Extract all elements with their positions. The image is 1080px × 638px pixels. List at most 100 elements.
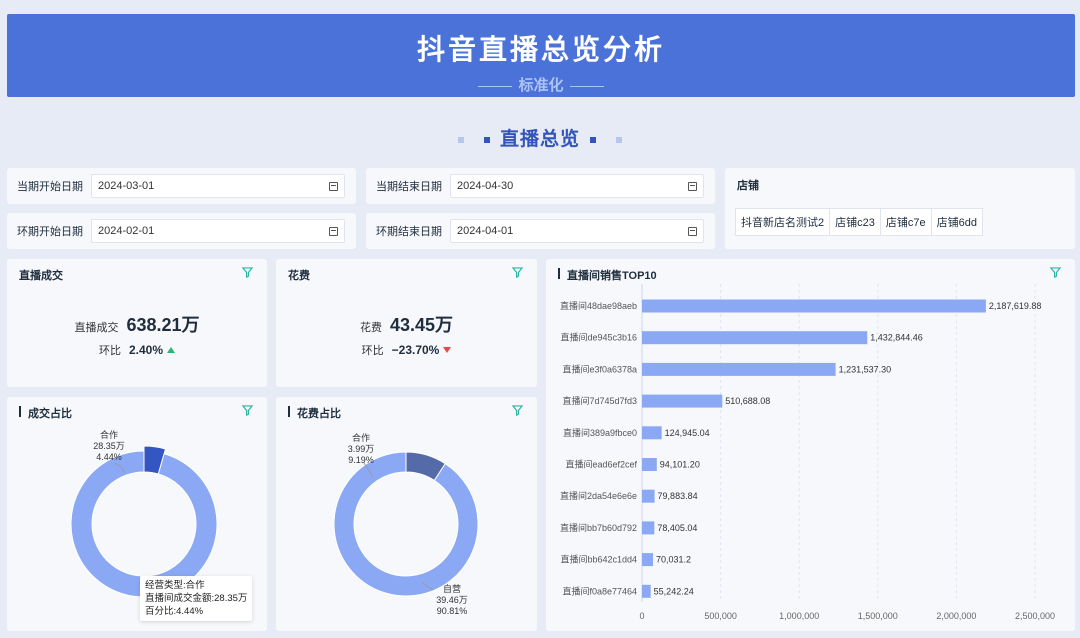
decor-square (483, 136, 490, 143)
bar-value-label: 510,688.08 (725, 396, 770, 406)
store-tag[interactable]: 店铺c7e (879, 208, 932, 236)
calendar-icon[interactable] (329, 181, 338, 191)
bar[interactable] (642, 394, 723, 408)
section-title: 直播总览 (0, 124, 1080, 151)
y-category-label: 直播间ead6ef2cef (565, 459, 637, 470)
tooltip-line: 百分比:4.44% (145, 606, 204, 617)
bar[interactable] (642, 426, 662, 440)
date-value: 2024-02-01 (98, 225, 155, 237)
y-category-label: 直播间389a9fbce0 (563, 427, 637, 438)
kpi-value: 638.21万 (126, 315, 200, 335)
filter-icon[interactable] (242, 267, 253, 278)
ratio-label: 环比 (361, 345, 384, 357)
dashboard-header: 抖音直播总览分析 标准化 (7, 14, 1075, 97)
cost-share-card: 花费占比 合作 3.99万 9.19% 自营 39.46万 90.81% (276, 397, 537, 631)
slice-label-name: 自营 (443, 583, 461, 594)
ratio-value: 2.40% (128, 343, 164, 357)
ratio-label: 环比 (98, 345, 121, 357)
prev-start-date-input[interactable]: 2024-02-01 (91, 219, 345, 243)
bar[interactable] (642, 362, 836, 376)
calendar-icon[interactable] (688, 181, 697, 191)
store-filter-label: 店铺 (737, 180, 759, 192)
y-category-label: 直播间bb7b60d792 (560, 522, 637, 533)
bar[interactable] (642, 299, 986, 313)
subtitle-text: 标准化 (518, 77, 564, 94)
ratio-value: −23.70% (391, 343, 440, 357)
trend-up-icon (167, 346, 176, 353)
filter-prev-end: 环期结束日期 2024-04-01 (366, 213, 715, 249)
bar[interactable] (642, 458, 657, 471)
cost-share-donut-chart: 合作 3.99万 9.19% 自营 39.46万 90.81% (333, 432, 479, 616)
y-category-label: 直播间7d745d7fd3 (562, 395, 637, 406)
slice-label-pct: 4.44% (96, 452, 122, 462)
current-start-date-input[interactable]: 2024-03-01 (91, 174, 345, 198)
store-filter: 店铺 抖音新店名测试2 店铺c23 店铺c7e 店铺6dd (725, 168, 1075, 249)
trend-down-icon (443, 346, 452, 353)
calendar-icon[interactable] (688, 226, 697, 236)
date-value: 2024-04-01 (457, 225, 514, 237)
x-tick-label: 1,500,000 (858, 611, 898, 621)
top10-sales-card: 直播间销售TOP10 0 500,000 1,000,000 1,500,000 2,0… (546, 259, 1075, 631)
kpi-value: 43.45万 (389, 315, 454, 335)
slice-label-name: 合作 (352, 432, 370, 443)
kpi-value-row: 花费 43.45万 (276, 311, 537, 337)
bar[interactable] (642, 331, 868, 345)
dashboard-subtitle: 标准化 (7, 74, 1075, 95)
bar[interactable] (642, 553, 654, 567)
tooltip-line: 直播间成交金额:28.35万 (145, 593, 248, 604)
x-tick-label: 0 (639, 611, 644, 621)
store-tag[interactable]: 店铺6dd (930, 208, 983, 236)
bar-value-label: 2,187,619.88 (989, 301, 1042, 311)
y-category-label: 直播间de945c3b16 (560, 332, 637, 343)
prev-end-date-input[interactable]: 2024-04-01 (450, 219, 704, 243)
kpi-ratio-row: 环比 −23.70% (276, 341, 537, 359)
bar-value-label: 1,231,537.30 (839, 364, 892, 374)
store-tag[interactable]: 店铺c23 (829, 208, 881, 236)
chart-tooltip: 经营类型:合作 直播间成交金额:28.35万 百分比:4.44% (140, 576, 253, 621)
y-category-label: 直播间48dae98aeb (560, 300, 637, 311)
date-value: 2024-04-30 (457, 180, 514, 192)
top10-bar-chart: 0 500,000 1,000,000 1,500,000 2,000,000 2,500… (560, 284, 1055, 621)
card-title: 花费 (288, 270, 310, 282)
bar[interactable] (642, 489, 655, 503)
slice-label-name: 合作 (100, 429, 118, 440)
store-tag[interactable]: 抖音新店名测试2 (735, 208, 831, 236)
kpi-label: 直播成交 (74, 322, 119, 334)
donut-slice[interactable] (333, 451, 479, 597)
y-category-label: 直播间2da54e6e6e (560, 490, 637, 501)
filter-label: 环期开始日期 (17, 226, 83, 238)
x-tick-label: 1,000,000 (779, 611, 819, 621)
x-tick-label: 2,000,000 (936, 611, 976, 621)
slice-label-pct: 90.81% (437, 606, 468, 616)
x-tick-label: 2,500,000 (1015, 611, 1055, 621)
card-title: 直播成交 (19, 270, 63, 282)
kpi-value-row: 直播成交 638.21万 (7, 311, 267, 337)
bar[interactable] (642, 521, 655, 535)
bar-value-label: 94,101.20 (660, 460, 700, 470)
filter-icon[interactable] (512, 267, 523, 278)
bar-value-label: 1,432,844.46 (870, 333, 923, 343)
slice-label-value: 39.46万 (436, 595, 468, 605)
filter-label: 当期结束日期 (376, 181, 442, 193)
y-category-label: 直播间f0a8e77464 (562, 585, 637, 596)
date-value: 2024-03-01 (98, 180, 155, 192)
kpi-cost-card: 花费 花费 43.45万 环比 −23.70% (276, 259, 537, 387)
dashboard-title: 抖音直播总览分析 (416, 33, 665, 66)
filter-label: 环期结束日期 (376, 226, 442, 238)
kpi-label: 花费 (359, 322, 382, 334)
filter-current-start: 当期开始日期 2024-03-01 (7, 168, 356, 204)
decor-square (590, 136, 596, 143)
section-title-text: 直播总览 (499, 129, 580, 150)
y-category-label: 直播间bb642c1dd4 (560, 554, 637, 565)
slice-label-value: 3.99万 (348, 444, 375, 454)
y-category-label: 直播间e3f0a6378a (562, 363, 637, 374)
kpi-deal-card: 直播成交 直播成交 638.21万 环比 2.40% (7, 259, 267, 387)
filter-current-end: 当期结束日期 2024-04-30 (366, 168, 715, 204)
store-tag-list: 抖音新店名测试2 店铺c23 店铺c7e 店铺6dd (735, 208, 983, 236)
current-end-date-input[interactable]: 2024-04-30 (450, 174, 704, 198)
calendar-icon[interactable] (329, 226, 338, 236)
decor-square (616, 136, 622, 143)
slice-label-value: 28.35万 (93, 441, 125, 451)
tooltip-line: 经营类型:合作 (145, 580, 205, 591)
bar[interactable] (642, 584, 651, 598)
